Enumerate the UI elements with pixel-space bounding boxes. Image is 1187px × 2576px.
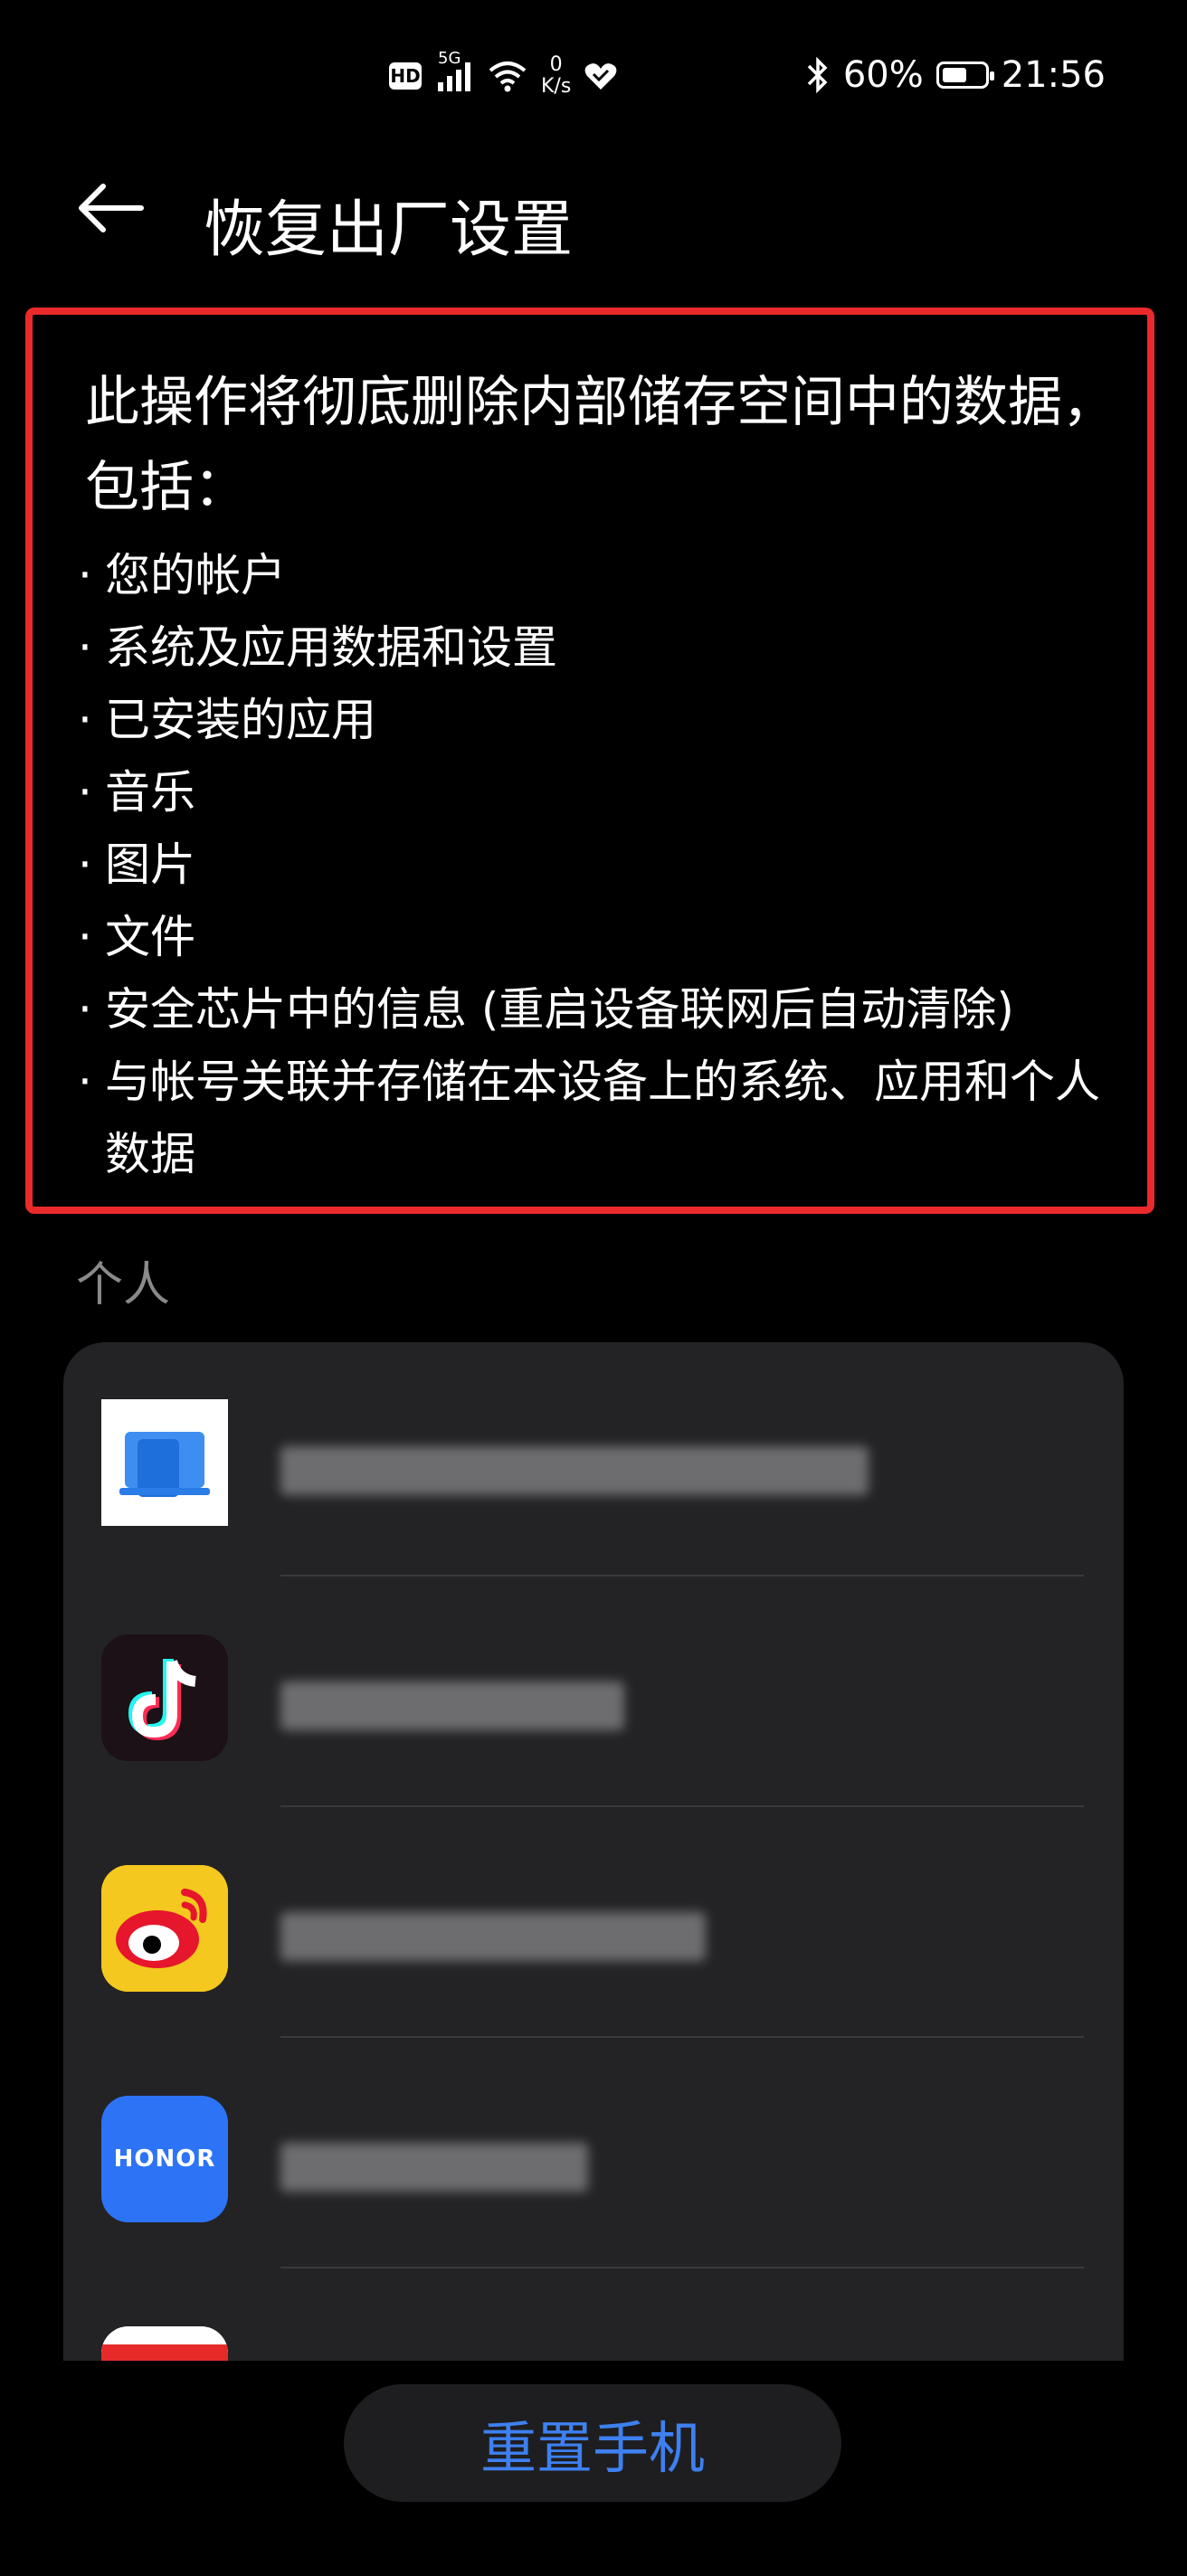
battery-level [942, 68, 966, 82]
account-row[interactable] [63, 1342, 1124, 1571]
warning-intro: 此操作将彻底删除内部储存空间中的数据，包括： [85, 371, 1116, 519]
bluetooth-icon [807, 56, 828, 94]
tiktok-app-icon [101, 1634, 228, 1761]
warning-box: 此操作将彻底删除内部储存空间中的数据，包括： 您的帐户 系统及应用数据和设置 已… [25, 308, 1154, 1214]
divider [280, 1805, 1084, 1807]
status-bar: HD 5G 0 K/s 60% 21:56 [0, 0, 1187, 163]
back-button[interactable] [72, 179, 154, 237]
wifi-icon [489, 62, 527, 92]
page-title: 恢复出厂设置 [204, 194, 574, 266]
account-row[interactable] [63, 1577, 1124, 1806]
divider [280, 1575, 1084, 1577]
battery-icon [935, 62, 994, 89]
status-left: HD 5G 0 K/s [389, 49, 618, 98]
redacted-account-name [280, 2143, 588, 2192]
account-list: HONOR [63, 1342, 1124, 2361]
warning-item: 文件 [78, 901, 1102, 973]
warning-item: 已安装的应用 [78, 684, 1102, 756]
status-right: 60% 21:56 [805, 54, 1106, 96]
network-speed: 0 K/s [541, 54, 571, 98]
hd-badge: HD [389, 62, 422, 90]
arrow-left-icon [79, 184, 144, 232]
honor-app-icon: HONOR [101, 2096, 228, 2222]
title-bar: 恢复出厂设置 [0, 163, 1187, 266]
account-row[interactable] [63, 1808, 1124, 2037]
reset-phone-button[interactable]: 重置手机 [344, 2384, 841, 2502]
speed-unit: K/s [541, 75, 572, 98]
warning-item: 音乐 [78, 756, 1102, 829]
warning-item: 您的帐户 [78, 539, 1102, 611]
warning-item: 安全芯片中的信息 (重启设备联网后自动清除) [78, 973, 1102, 1046]
redacted-account-name [280, 1681, 624, 1730]
heart-shield-icon [584, 63, 617, 90]
clock: 21:56 [1001, 54, 1106, 96]
battery-tip [989, 71, 994, 80]
warning-list: 您的帐户 系统及应用数据和设置 已安装的应用 音乐 图片 文件 安全芯片中的信息… [78, 539, 1102, 1190]
laptop-app-icon [101, 1399, 228, 1526]
account-row[interactable] [63, 2269, 1124, 2361]
speed-value: 0 [549, 53, 563, 76]
warning-item: 图片 [78, 829, 1102, 901]
divider [280, 2267, 1084, 2268]
network-5g-label: 5G [438, 49, 461, 68]
account-row[interactable]: HONOR [63, 2039, 1124, 2268]
redacted-account-name [280, 1912, 706, 1961]
weibo-app-icon [101, 1865, 228, 1992]
battery-percent: 60% [842, 54, 924, 96]
warning-item: 系统及应用数据和设置 [78, 611, 1102, 684]
section-label-personal: 个人 [76, 1258, 171, 1312]
divider [280, 2036, 1084, 2038]
warning-item: 与帐号关联并存储在本设备上的系统、应用和个人数据 [78, 1046, 1102, 1190]
red-app-icon [101, 2326, 228, 2361]
redacted-account-name [280, 1446, 869, 1495]
